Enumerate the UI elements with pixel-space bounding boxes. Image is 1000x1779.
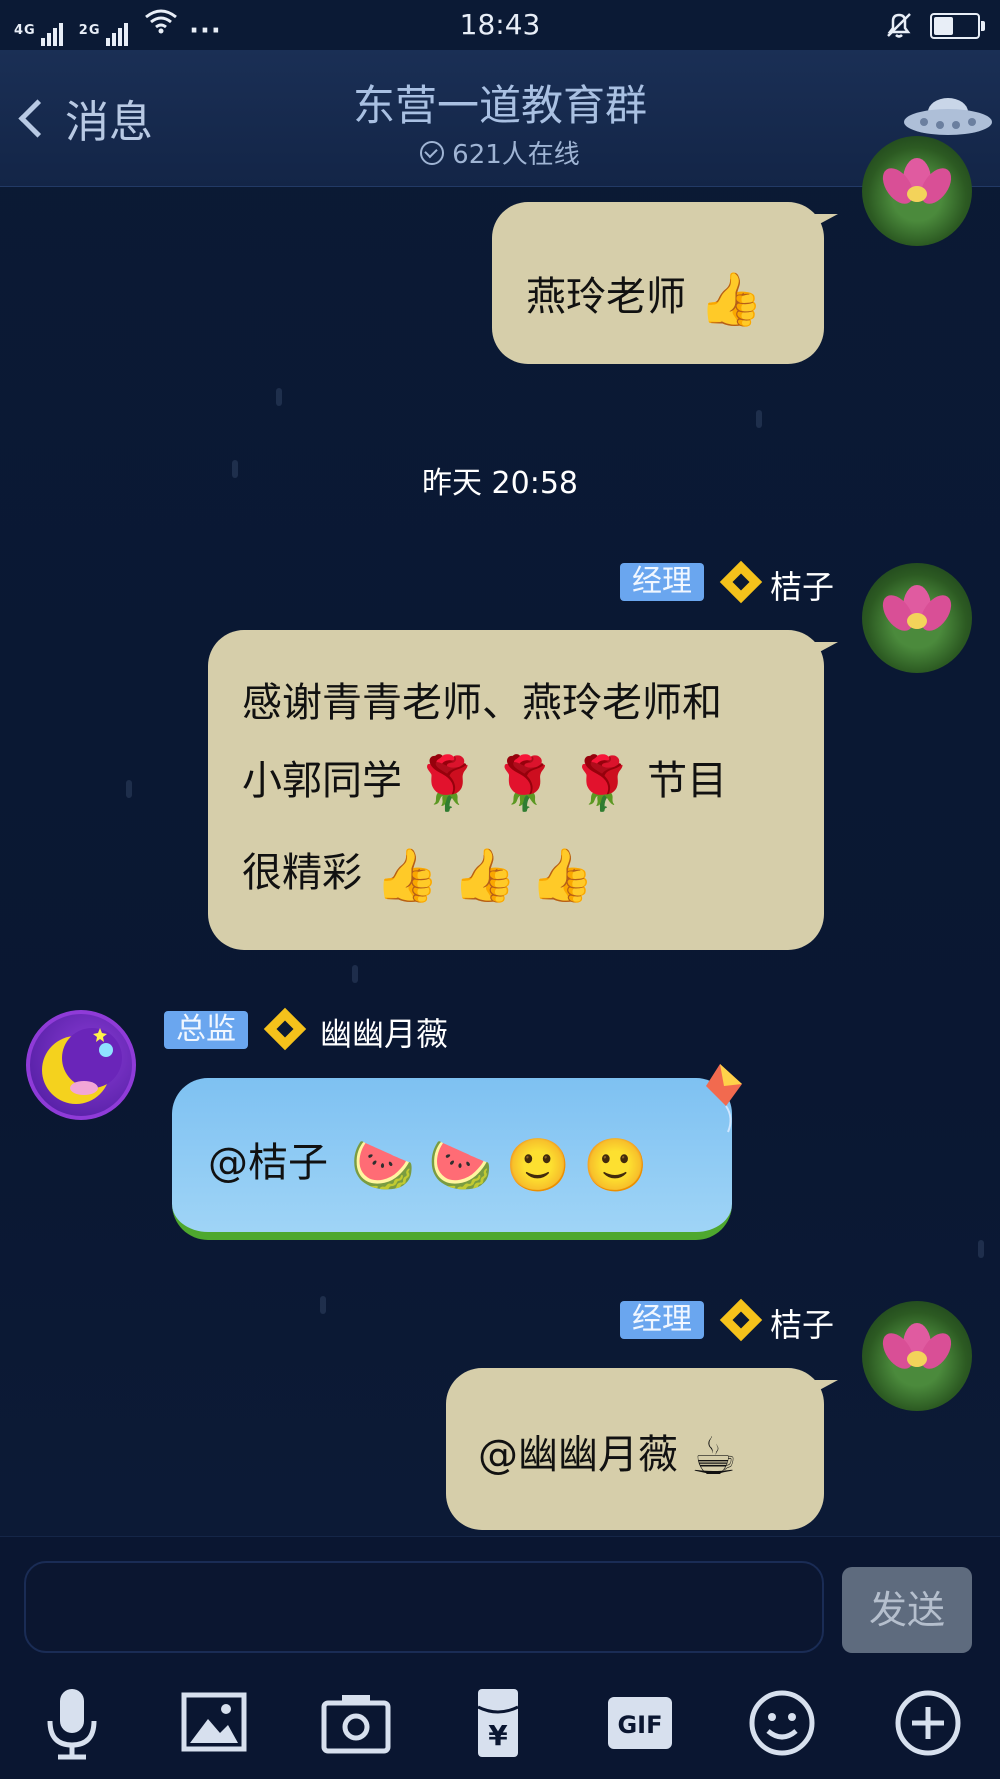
battery-icon (930, 13, 985, 39)
message-line: 感谢青青老师、燕玲老师和 (242, 680, 722, 726)
message-timestamp: 昨天 20:58 (422, 466, 578, 501)
message-bubble[interactable]: @桔子 🍉 🍉 🙂 🙂 (172, 1078, 732, 1240)
message-bubble[interactable]: 感谢青青老师、燕玲老师和 小郭同学 🌹 🌹 🌹 节目 很精彩 👍 👍 👍 (208, 630, 838, 950)
gif-label: GIF (617, 1711, 662, 1739)
message-text: 很精彩 (242, 850, 362, 896)
send-button[interactable]: 发送 (842, 1567, 972, 1653)
red-packet-icon[interactable]: ¥ (456, 1685, 540, 1761)
message-line: 小郭同学 🌹 🌹 🌹 节目 (242, 748, 727, 814)
yuan-glyph: ¥ (488, 1719, 508, 1752)
message-text: @幽幽月薇 (478, 1432, 678, 1478)
input-bar: 发送 ¥ GIF (0, 1536, 1000, 1779)
gif-icon[interactable]: GIF (598, 1685, 682, 1761)
thumbs-up-icon: 👍 (698, 269, 764, 330)
online-count-text: 621人在线 (452, 140, 580, 170)
thumbs-up-icon: 👍 (452, 845, 517, 906)
sender-name[interactable]: 幽幽月薇 (320, 1009, 448, 1055)
watermelon-icon: 🍉 (428, 1135, 493, 1196)
plus-icon[interactable] (886, 1685, 970, 1761)
avatar[interactable] (862, 563, 972, 673)
rose-icon: 🌹 (492, 753, 557, 814)
watermelon-icon: 🍉 (350, 1135, 416, 1196)
battery-level (934, 17, 953, 35)
mute-bell-icon (884, 10, 914, 47)
message-text: 小郭同学 (242, 758, 402, 804)
sender-name[interactable]: 桔子 (770, 1300, 834, 1346)
thumbs-up-icon: 👍 (374, 845, 440, 906)
message-text: 燕玲老师 (526, 274, 686, 320)
bg-star (276, 388, 282, 406)
camera-icon[interactable] (314, 1685, 398, 1761)
message-text: 节目 (647, 758, 728, 804)
message-line: 很精彩 👍 👍 👍 (242, 840, 594, 906)
smile-icon: 🙂 (583, 1135, 648, 1196)
message-bubble[interactable]: 燕玲老师 👍 (492, 202, 838, 364)
group-title[interactable]: 东营一道教育群 (0, 72, 1000, 133)
microphone-icon[interactable] (30, 1685, 114, 1761)
avatar[interactable] (862, 136, 972, 246)
avatar[interactable] (862, 1301, 972, 1411)
check-circle-icon (420, 141, 445, 165)
message-text: @桔子 (208, 1140, 328, 1186)
message-bubble[interactable]: @幽幽月薇 ☕ (446, 1368, 838, 1530)
kite-icon (706, 1064, 742, 1133)
image-icon[interactable] (172, 1685, 256, 1761)
role-badge: 总监 (164, 1011, 248, 1049)
bg-star (756, 410, 762, 428)
sender-name[interactable]: 桔子 (770, 562, 834, 608)
avatar[interactable] (26, 1010, 136, 1120)
group-menu-icon[interactable] (902, 90, 994, 142)
bg-star (126, 780, 132, 798)
bg-star (352, 965, 358, 983)
online-count[interactable]: 621人在线 (0, 134, 1000, 171)
message-input[interactable] (24, 1561, 824, 1653)
smile-icon: 🙂 (505, 1135, 571, 1196)
role-badge: 经理 (620, 563, 704, 601)
bg-star (320, 1296, 326, 1314)
emoji-icon[interactable] (740, 1685, 824, 1761)
status-bar: 4G 2G ··· 18:43 (0, 0, 1000, 50)
status-time: 18:43 (459, 8, 541, 41)
rose-icon: 🌹 (569, 753, 635, 814)
role-badge: 经理 (620, 1301, 704, 1339)
thumbs-up-icon: 👍 (529, 845, 595, 906)
chat-header: 消息 东营一道教育群 621人在线 (0, 50, 1000, 187)
rose-icon: 🌹 (414, 753, 480, 814)
bg-star (978, 1240, 984, 1258)
coffee-icon: ☕ (690, 1427, 738, 1487)
